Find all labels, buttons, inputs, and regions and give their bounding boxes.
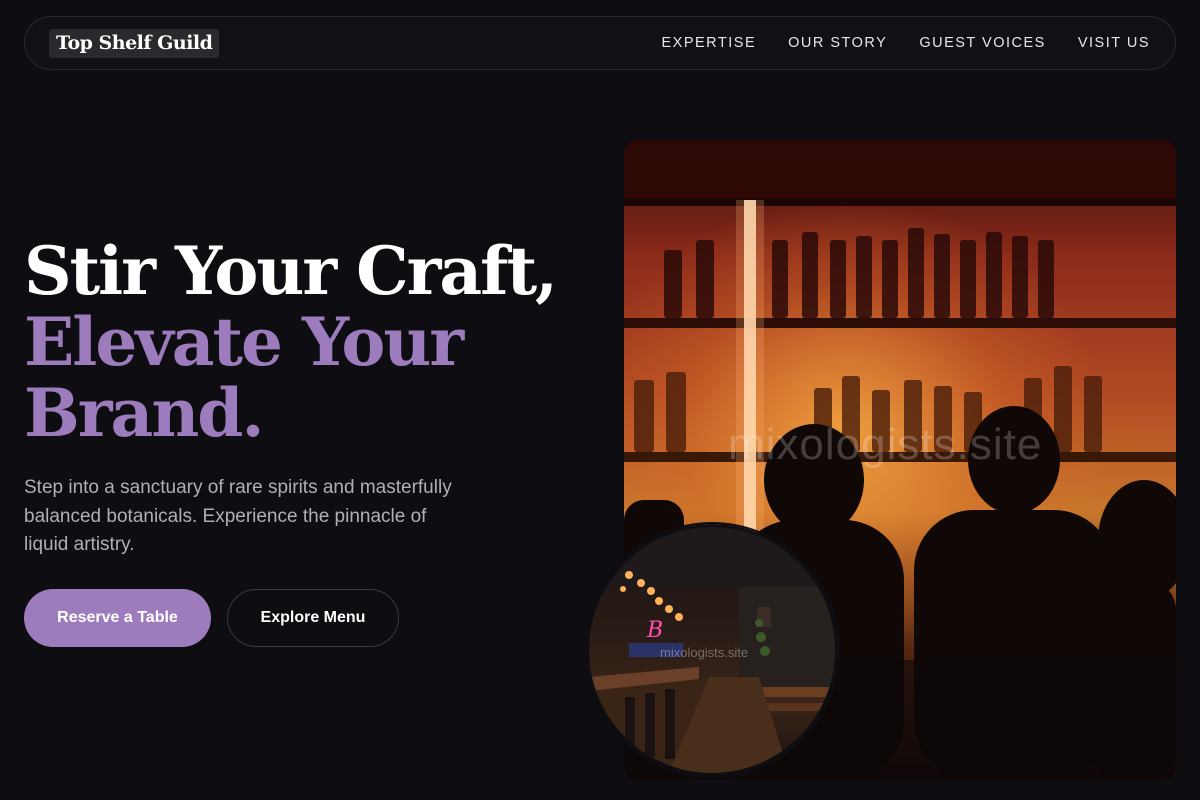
hero-title-line-3: Brand. <box>24 374 264 452</box>
top-navigation: Top Shelf Guild EXPERTISE OUR STORY GUES… <box>24 16 1176 70</box>
brand-logo[interactable]: Top Shelf Guild <box>49 28 220 58</box>
nav-link-our-story[interactable]: OUR STORY <box>788 35 887 51</box>
hero-title-line-2: Elevate Your <box>24 303 464 381</box>
hero-title: Stir Your Craft, Elevate Your Brand. <box>24 232 558 452</box>
bar-interior-illustration: B <box>589 527 835 773</box>
reserve-table-button[interactable]: Reserve a Table <box>24 589 211 647</box>
nav-link-guest-voices[interactable]: GUEST VOICES <box>919 35 1046 51</box>
hero-title-line-1: Stir Your Craft, <box>24 232 558 310</box>
nav-links: EXPERTISE OUR STORY GUEST VOICES VISIT U… <box>662 35 1151 51</box>
nav-link-expertise[interactable]: EXPERTISE <box>662 35 757 51</box>
nav-link-visit-us[interactable]: VISIT US <box>1078 35 1150 51</box>
explore-menu-button[interactable]: Explore Menu <box>227 589 399 647</box>
svg-text:B: B <box>646 618 663 643</box>
bar-interior-photo: B <box>586 524 838 776</box>
hero-description: Step into a sanctuary of rare spirits an… <box>24 477 452 555</box>
